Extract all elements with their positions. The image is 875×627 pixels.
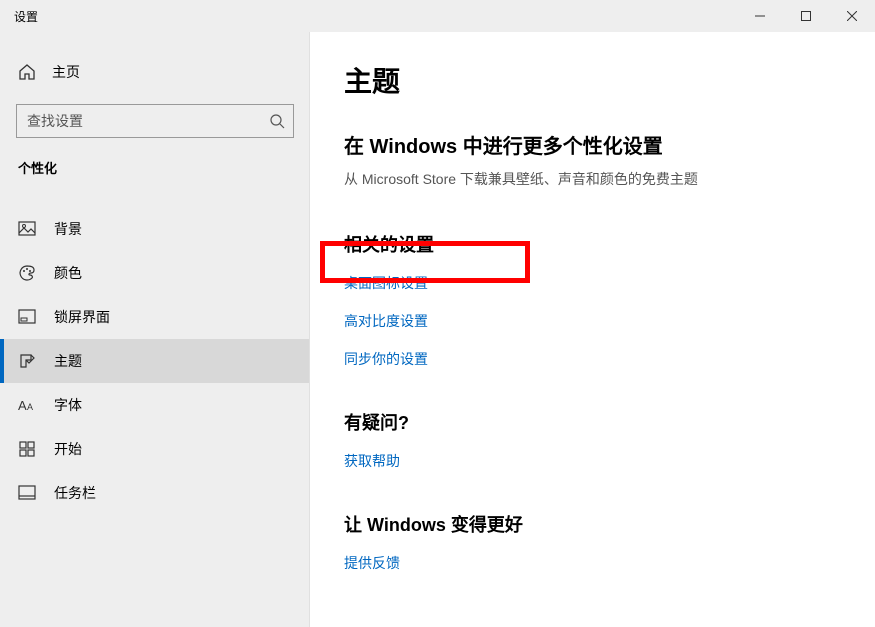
sidebar-item-start[interactable]: 开始: [0, 427, 310, 471]
svg-text:A: A: [27, 402, 33, 412]
sidebar-item-fonts[interactable]: AA 字体: [0, 383, 310, 427]
sidebar-item-lockscreen[interactable]: 锁屏界面: [0, 295, 310, 339]
lockscreen-icon: [18, 308, 36, 326]
theme-icon: [18, 352, 36, 370]
sidebar-item-label: 颜色: [54, 263, 82, 283]
sidebar-item-background[interactable]: 背景: [0, 207, 310, 251]
desktop-icon-settings-link[interactable]: 桌面图标设置: [344, 273, 875, 293]
more-settings-title: 在 Windows 中进行更多个性化设置: [344, 130, 875, 159]
make-better-title: 让 Windows 变得更好: [344, 511, 875, 537]
window-title: 设置: [0, 8, 38, 25]
get-help-link[interactable]: 获取帮助: [344, 451, 875, 471]
home-link[interactable]: 主页: [0, 52, 310, 92]
minimize-button[interactable]: [737, 0, 783, 32]
feedback-link[interactable]: 提供反馈: [344, 553, 875, 573]
search-input[interactable]: [27, 113, 269, 129]
sidebar-item-taskbar[interactable]: 任务栏: [0, 471, 310, 515]
sidebar-item-label: 开始: [54, 439, 82, 459]
sidebar-item-label: 主题: [54, 351, 82, 371]
more-settings-subtitle: 从 Microsoft Store 下载兼具壁纸、声音和颜色的免费主题: [344, 169, 875, 189]
page-title: 主题: [344, 60, 875, 100]
high-contrast-settings-link[interactable]: 高对比度设置: [344, 311, 875, 331]
search-icon: [269, 113, 285, 129]
titlebar: 设置: [0, 0, 875, 32]
content: 主题 在 Windows 中进行更多个性化设置 从 Microsoft Stor…: [310, 32, 875, 627]
image-icon: [18, 220, 36, 238]
close-button[interactable]: [829, 0, 875, 32]
sidebar-item-themes[interactable]: 主题: [0, 339, 310, 383]
sidebar-section-title: 个性化: [0, 138, 310, 185]
question-title: 有疑问?: [344, 409, 875, 435]
start-icon: [18, 440, 36, 458]
sidebar-item-label: 任务栏: [54, 483, 96, 503]
home-icon: [18, 63, 36, 81]
sidebar-item-label: 字体: [54, 395, 82, 415]
search-box[interactable]: [16, 104, 294, 138]
window-controls: [737, 0, 875, 32]
sidebar-item-colors[interactable]: 颜色: [0, 251, 310, 295]
sidebar-item-label: 锁屏界面: [54, 307, 110, 327]
home-label: 主页: [52, 62, 80, 82]
maximize-button[interactable]: [783, 0, 829, 32]
sync-settings-link[interactable]: 同步你的设置: [344, 349, 875, 369]
palette-icon: [18, 264, 36, 282]
svg-text:A: A: [18, 398, 27, 413]
font-icon: AA: [18, 396, 36, 414]
taskbar-icon: [18, 484, 36, 502]
related-settings-title: 相关的设置: [344, 231, 875, 257]
sidebar-nav: 背景 颜色 锁屏界面 主题: [0, 207, 310, 515]
sidebar-item-label: 背景: [54, 219, 82, 239]
sidebar: 主页 个性化 背景 颜色: [0, 32, 310, 627]
